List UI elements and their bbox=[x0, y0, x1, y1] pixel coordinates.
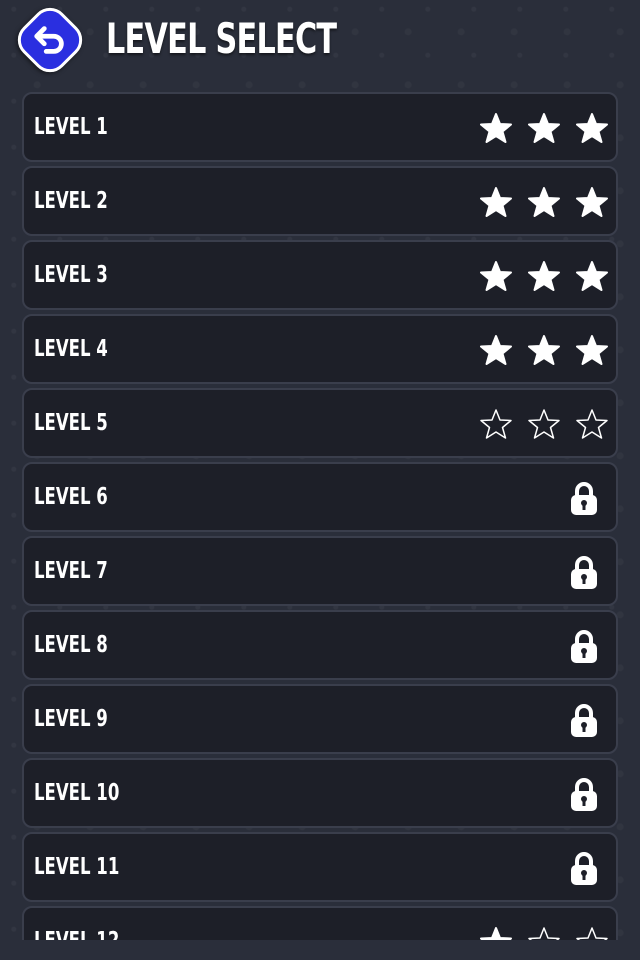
star-filled-icon bbox=[528, 335, 560, 365]
level-label: LEVEL 9 bbox=[34, 706, 108, 732]
level-label: LEVEL 5 bbox=[34, 410, 108, 436]
level-label: LEVEL 4 bbox=[34, 336, 108, 362]
level-row: LEVEL 8 bbox=[22, 610, 618, 680]
lock-icon bbox=[571, 630, 597, 663]
level-row: LEVEL 10 bbox=[22, 758, 618, 828]
level-row[interactable]: LEVEL 3 bbox=[22, 240, 618, 310]
level-row[interactable]: LEVEL 4 bbox=[22, 314, 618, 384]
level-row: LEVEL 9 bbox=[22, 684, 618, 754]
level-label: LEVEL 1 bbox=[34, 114, 108, 140]
star-empty-icon bbox=[528, 927, 560, 940]
level-label: LEVEL 10 bbox=[34, 780, 120, 806]
level-label: LEVEL 7 bbox=[34, 558, 108, 584]
level-row[interactable]: LEVEL 5 bbox=[22, 388, 618, 458]
level-label: LEVEL 6 bbox=[34, 484, 108, 510]
star-empty-icon bbox=[576, 927, 608, 940]
level-row[interactable]: LEVEL 2 bbox=[22, 166, 618, 236]
level-label: LEVEL 8 bbox=[34, 632, 108, 658]
star-rating bbox=[480, 408, 608, 440]
star-empty-icon bbox=[480, 409, 512, 439]
star-rating bbox=[480, 334, 608, 366]
header: LEVEL SELECT bbox=[0, 0, 640, 86]
star-rating bbox=[480, 186, 608, 218]
lock-icon bbox=[571, 852, 597, 885]
star-filled-icon bbox=[480, 927, 512, 940]
star-empty-icon bbox=[528, 409, 560, 439]
star-filled-icon bbox=[576, 335, 608, 365]
star-rating bbox=[480, 260, 608, 292]
star-filled-icon bbox=[480, 261, 512, 291]
star-filled-icon bbox=[576, 187, 608, 217]
star-rating bbox=[480, 112, 608, 144]
level-row: LEVEL 7 bbox=[22, 536, 618, 606]
star-filled-icon bbox=[528, 187, 560, 217]
level-list[interactable]: LEVEL 1 LEVEL 2 LEVEL 3 LEVEL 4 LEVEL 5 LEVEL… bbox=[22, 92, 618, 940]
level-label: LEVEL 3 bbox=[34, 262, 108, 288]
star-filled-icon bbox=[480, 113, 512, 143]
back-button[interactable] bbox=[10, 0, 90, 80]
star-filled-icon bbox=[480, 187, 512, 217]
level-label: LEVEL 12 bbox=[34, 928, 119, 940]
page-title: LEVEL SELECT bbox=[106, 14, 337, 63]
level-row[interactable]: LEVEL 1 bbox=[22, 92, 618, 162]
star-empty-icon bbox=[576, 409, 608, 439]
star-filled-icon bbox=[480, 335, 512, 365]
bottom-bar bbox=[0, 940, 640, 960]
lock-icon bbox=[571, 704, 597, 737]
lock-icon bbox=[571, 482, 597, 515]
level-label: LEVEL 11 bbox=[34, 854, 120, 880]
star-rating bbox=[480, 926, 608, 940]
back-arrow-icon bbox=[34, 26, 64, 54]
level-row[interactable]: LEVEL 12 bbox=[22, 906, 618, 940]
star-filled-icon bbox=[576, 261, 608, 291]
level-label: LEVEL 2 bbox=[34, 188, 108, 214]
lock-icon bbox=[571, 778, 597, 811]
star-filled-icon bbox=[576, 113, 608, 143]
lock-icon bbox=[571, 556, 597, 589]
star-filled-icon bbox=[528, 113, 560, 143]
star-filled-icon bbox=[528, 261, 560, 291]
level-row: LEVEL 6 bbox=[22, 462, 618, 532]
level-row: LEVEL 11 bbox=[22, 832, 618, 902]
